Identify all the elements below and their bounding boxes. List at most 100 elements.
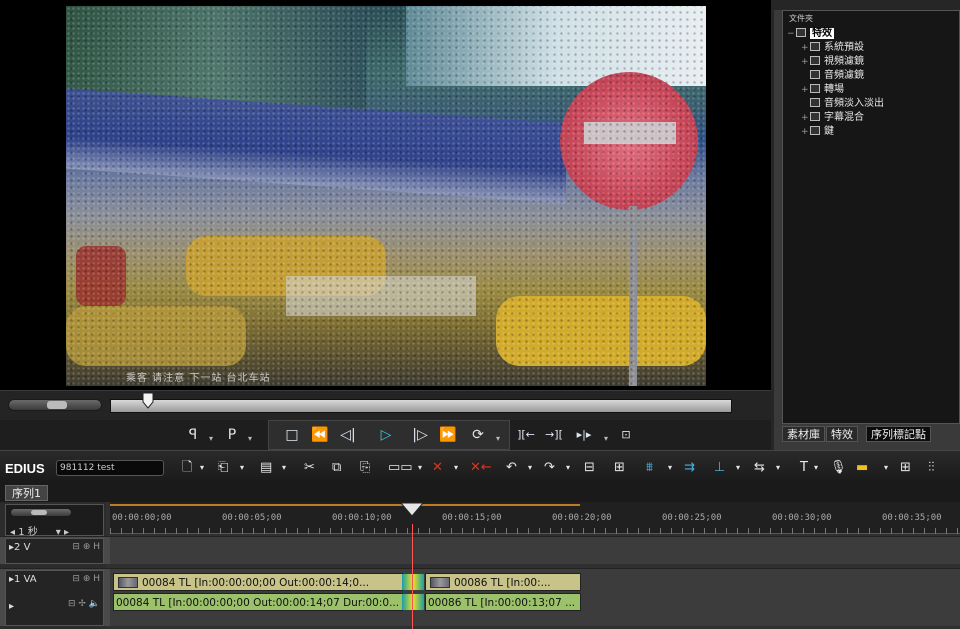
timecode-label: 00:00:10;00 <box>332 513 392 523</box>
folder-icon <box>810 84 820 93</box>
mixer-icon[interactable]: ⫶⫶ <box>928 459 935 477</box>
extract-button[interactable]: ▸|▸ <box>574 425 594 445</box>
expander-icon[interactable]: + <box>801 112 810 125</box>
fast-forward-button[interactable]: ⏩ <box>438 425 458 445</box>
audio-transition-marker[interactable] <box>402 594 424 610</box>
video-clip-00084[interactable]: 00084 TL [In:00:00:00;00 Out:00:00:14;0.… <box>113 573 403 591</box>
dropdown-icon[interactable]: ▾ <box>814 459 818 477</box>
folder-icon <box>810 56 820 65</box>
video-clip-00086[interactable]: 00086 TL [In:00:... <box>425 573 581 591</box>
dropdown-icon[interactable]: ▾ <box>200 459 204 477</box>
transport-bar: ꟼ ▾ P ▾ □ ⏪ ◁| ▷ |▷ ⏩ ⟳ ▾ ][← →][ ▸|▸ ▾ … <box>0 420 771 450</box>
render-icon[interactable]: ▬ <box>856 459 868 477</box>
tab-effects[interactable]: 特效 <box>826 426 858 442</box>
delete-icon[interactable]: ✕ <box>432 459 443 477</box>
track-body-2v[interactable] <box>110 537 960 564</box>
tree-item-effects[interactable]: − 特效 <box>787 27 834 40</box>
dropdown-icon[interactable]: ▾ <box>282 459 286 477</box>
tree-item-title-mixers[interactable]: + 字幕混合 <box>801 111 864 124</box>
tab-sequence-markers[interactable]: 序列標記點 <box>866 426 931 442</box>
stop-button[interactable]: □ <box>282 425 302 445</box>
timecode-label: 00:00:00;00 <box>112 513 172 523</box>
step-forward-button[interactable]: |▷ <box>410 425 430 445</box>
dropdown-icon[interactable]: ▾ <box>566 459 570 477</box>
track-lock-icon[interactable]: ⊟ ⊕ H <box>72 574 100 584</box>
expander-icon[interactable]: + <box>801 84 810 97</box>
redo-icon[interactable]: ↷ <box>544 459 555 477</box>
ripple-icon[interactable]: ⇉ <box>684 459 695 477</box>
tree-item-keys[interactable]: + 鍵 <box>801 125 834 138</box>
step-back-button[interactable]: ◁| <box>338 425 358 445</box>
cut-icon[interactable]: ✂ <box>304 459 315 477</box>
snap-icon[interactable]: ⊥ <box>714 459 725 477</box>
tree-item-video-filters[interactable]: + 視頻濾鏡 <box>801 55 864 68</box>
timeline-scale-control: ◂ 1 秒 ▾ ▸ <box>5 504 104 538</box>
track-body-1va[interactable]: 00084 TL [In:00:00:00;00 Out:00:00:14;0.… <box>110 569 960 626</box>
tree-item-audio-filters[interactable]: 音頻濾鏡 <box>801 69 864 82</box>
tree-item-transitions[interactable]: + 轉場 <box>801 83 844 96</box>
expander-icon[interactable]: + <box>801 126 810 139</box>
add-marker-icon[interactable]: ⊟ <box>584 459 595 477</box>
timeline: ◂ 1 秒 ▾ ▸ 00:00:00;00 00:00:05;00 00:00:1… <box>0 502 960 629</box>
microphone-icon[interactable]: 🎙 <box>830 459 847 477</box>
mark-out-button[interactable]: P <box>222 425 242 445</box>
extract-dropdown-icon[interactable]: ▾ <box>596 429 616 449</box>
audio-clip-00084[interactable]: 00084 TL [In:00:00:00;00 Out:00:00:14;07… <box>113 593 403 611</box>
expander-icon[interactable]: + <box>801 56 810 69</box>
folder-icon <box>810 126 820 135</box>
open-project-icon[interactable]: ⎗ <box>218 459 228 477</box>
title-icon[interactable]: T <box>800 459 808 477</box>
save-icon[interactable]: ▤ <box>260 459 272 477</box>
tab-sequence-1[interactable]: 序列1 <box>5 485 48 501</box>
replace-icon[interactable]: ▭▭ <box>388 459 413 477</box>
timeline-zoom-slider[interactable] <box>10 508 72 517</box>
loop-button[interactable]: ⟳ <box>468 425 488 445</box>
paste-icon[interactable]: ⎘ <box>360 459 370 477</box>
link-icon[interactable]: ⇆ <box>754 459 765 477</box>
ripple-delete-icon[interactable]: ✕← <box>470 459 492 477</box>
dropdown-icon[interactable]: ▾ <box>736 459 740 477</box>
sync-icon[interactable]: ⩩ <box>646 459 653 477</box>
output-button[interactable]: ⊡ <box>616 425 636 445</box>
track-label-1va[interactable]: ▸1 VA ⊟ ⊕ H ▸ ⊟ ✢ 🔈 <box>5 570 104 626</box>
dropdown-icon[interactable]: ▾ <box>418 459 422 477</box>
ruler-ticks <box>110 528 960 534</box>
insert-button[interactable]: ][← <box>516 425 536 445</box>
overwrite-button[interactable]: →][ <box>544 425 564 445</box>
playhead-marker[interactable] <box>142 392 154 410</box>
mark-in-dropdown-icon[interactable]: ▾ <box>201 429 221 449</box>
timeline-cursor[interactable] <box>412 524 413 629</box>
dropdown-icon[interactable]: ▾ <box>454 459 458 477</box>
position-bar[interactable] <box>110 399 732 413</box>
expander-icon[interactable]: − <box>787 28 796 41</box>
split-icon[interactable]: ⊞ <box>614 459 625 477</box>
tree-item-audio-fades[interactable]: 音頻淡入淡出 <box>801 97 884 110</box>
play-button[interactable]: ▷ <box>376 425 396 445</box>
zoom-slider[interactable] <box>8 399 102 411</box>
audio-clip-00086[interactable]: 00086 TL [In:00:00:13;07 ... <box>425 593 581 611</box>
timeline-cursor-head[interactable] <box>400 502 424 518</box>
new-project-icon[interactable]: 🗋 <box>182 459 192 477</box>
layout-icon[interactable]: ⊞ <box>900 459 911 477</box>
dropdown-icon[interactable]: ▾ <box>240 459 244 477</box>
tree-item-system-presets[interactable]: + 系統預設 <box>801 41 864 54</box>
copy-icon[interactable]: ⧉ <box>332 459 341 477</box>
dropdown-icon[interactable]: ▾ <box>668 459 672 477</box>
loop-dropdown-icon[interactable]: ▾ <box>488 429 508 449</box>
track-lock-icon[interactable]: ⊟ ⊕ H <box>72 542 100 552</box>
undo-icon[interactable]: ↶ <box>506 459 517 477</box>
mark-in-button[interactable]: ꟼ <box>183 425 203 445</box>
folder-icon <box>810 98 820 107</box>
expander-icon[interactable]: + <box>801 42 810 55</box>
dropdown-icon[interactable]: ▾ <box>884 459 888 477</box>
rewind-button[interactable]: ⏪ <box>310 425 330 445</box>
audio-controls-icon[interactable]: ⊟ ✢ 🔈 <box>68 599 100 609</box>
tab-bin[interactable]: 素材庫 <box>782 426 825 442</box>
main-toolbar: EDIUS 981112 test 🗋 ▾ ⎗ ▾ ▤ ▾ ✂ ⧉ ⎘ ▭▭ ▾… <box>0 450 960 482</box>
dropdown-icon[interactable]: ▾ <box>528 459 532 477</box>
project-name[interactable]: 981112 test <box>56 460 164 476</box>
dropdown-icon[interactable]: ▾ <box>776 459 780 477</box>
mark-out-dropdown-icon[interactable]: ▾ <box>240 429 260 449</box>
transition-marker[interactable] <box>402 574 424 590</box>
track-label-2v[interactable]: ▸2 V ⊟ ⊕ H <box>5 538 104 564</box>
